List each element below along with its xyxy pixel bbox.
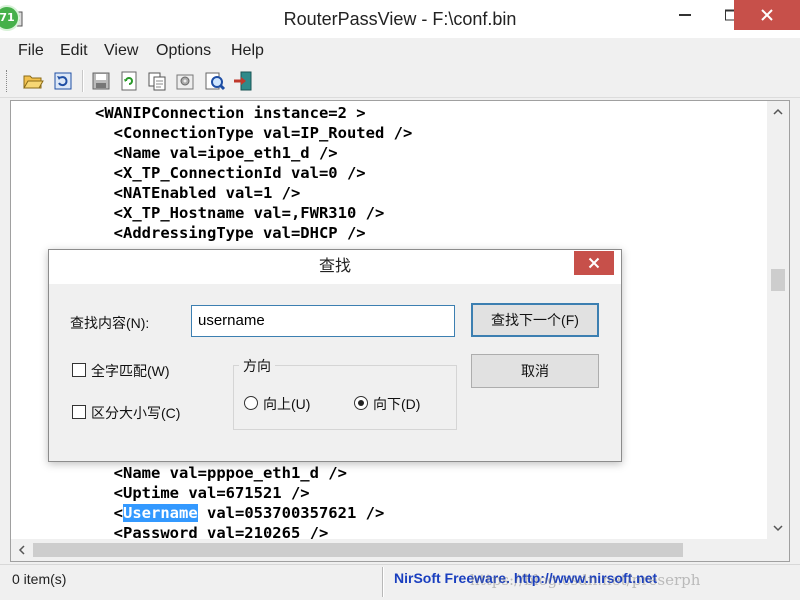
text-prefix: <: [95, 504, 123, 522]
close-icon: [588, 257, 600, 269]
direction-up-radio[interactable]: [244, 396, 258, 410]
scroll-left-icon[interactable]: [17, 545, 27, 555]
scrollbar-corner: [767, 539, 789, 561]
text-line: <X_TP_Hostname val=,FWR310 />: [95, 204, 385, 222]
whole-word-label[interactable]: 全字匹配(W): [91, 361, 170, 381]
direction-up-label[interactable]: 向上(U): [263, 394, 310, 414]
open-folder-icon[interactable]: [22, 70, 44, 92]
whole-word-checkbox[interactable]: [72, 363, 86, 377]
text-line: <AddressingType val=DHCP />: [95, 224, 366, 242]
watermark: https://blog.csdn.net/preserph: [470, 571, 701, 589]
find-next-button[interactable]: 查找下一个(F): [471, 303, 599, 337]
close-button[interactable]: [734, 0, 800, 30]
status-item-count: 0 item(s): [12, 571, 67, 587]
search-match-highlight: Username: [123, 504, 198, 522]
vertical-scroll-thumb[interactable]: [771, 269, 785, 291]
text-line: <WANIPConnection instance=2 >: [95, 104, 366, 122]
direction-label: 方向: [239, 356, 275, 376]
toolbar: [0, 64, 800, 98]
save-icon[interactable]: [90, 70, 112, 92]
scroll-up-icon[interactable]: [773, 107, 783, 117]
menu-view[interactable]: View: [104, 42, 138, 60]
title-bar: 71 RouterPassView - F:\conf.bin: [0, 0, 800, 38]
copy-icon[interactable]: [146, 70, 168, 92]
scroll-down-icon[interactable]: [773, 523, 783, 533]
toolbar-separator: [82, 70, 84, 92]
dialog-close-button[interactable]: [574, 251, 614, 275]
direction-down-radio[interactable]: [354, 396, 368, 410]
text-line-username: <Username val=053700357621 />: [95, 504, 384, 522]
minimize-button[interactable]: [662, 0, 708, 30]
menu-file[interactable]: File: [18, 42, 44, 60]
menu-bar: File Edit View Options Help: [0, 38, 800, 64]
text-line: <Uptime val=671521 />: [95, 484, 310, 502]
menu-help[interactable]: Help: [231, 42, 264, 60]
text-line: <Password val=210265 />: [95, 524, 329, 539]
find-what-label: 查找内容(N):: [70, 315, 150, 331]
menu-options[interactable]: Options: [156, 42, 211, 60]
dialog-title-bar[interactable]: 查找: [49, 250, 621, 284]
text-suffix: val=053700357621 />: [197, 504, 385, 522]
match-case-label[interactable]: 区分大小写(C): [91, 403, 180, 423]
text-line: <X_TP_ConnectionId val=0 />: [95, 164, 366, 182]
text-line: <Name val=pppoe_eth1_d />: [95, 464, 347, 482]
reload-icon[interactable]: [52, 70, 74, 92]
find-dialog: 查找 查找内容(N): username 查找下一个(F) 取消 全字匹配(W)…: [48, 249, 622, 462]
horizontal-scrollbar[interactable]: [11, 539, 767, 561]
text-line: <NATEnabled val=1 />: [95, 184, 301, 202]
vertical-scrollbar[interactable]: [767, 101, 789, 539]
direction-down-label[interactable]: 向下(D): [373, 394, 420, 414]
horizontal-scroll-thumb[interactable]: [33, 543, 683, 557]
close-icon: [761, 9, 773, 21]
cancel-button[interactable]: 取消: [471, 354, 599, 388]
find-icon[interactable]: [204, 70, 226, 92]
text-line: <ConnectionType val=IP_Routed />: [95, 124, 413, 142]
status-bar: 0 item(s) NirSoft Freeware. http://www.n…: [0, 564, 800, 600]
properties-icon[interactable]: [174, 70, 196, 92]
menu-edit[interactable]: Edit: [60, 42, 88, 60]
status-divider: [382, 567, 384, 597]
match-case-checkbox[interactable]: [72, 405, 86, 419]
toolbar-grip[interactable]: [6, 70, 9, 92]
find-what-input[interactable]: username: [191, 305, 455, 337]
exit-icon[interactable]: [232, 70, 254, 92]
radio-selected-dot: [358, 400, 364, 406]
dialog-title: 查找: [318, 258, 351, 275]
minimize-icon: [679, 14, 691, 16]
text-line: <Name val=ipoe_eth1_d />: [95, 144, 338, 162]
refresh-icon[interactable]: [118, 70, 140, 92]
